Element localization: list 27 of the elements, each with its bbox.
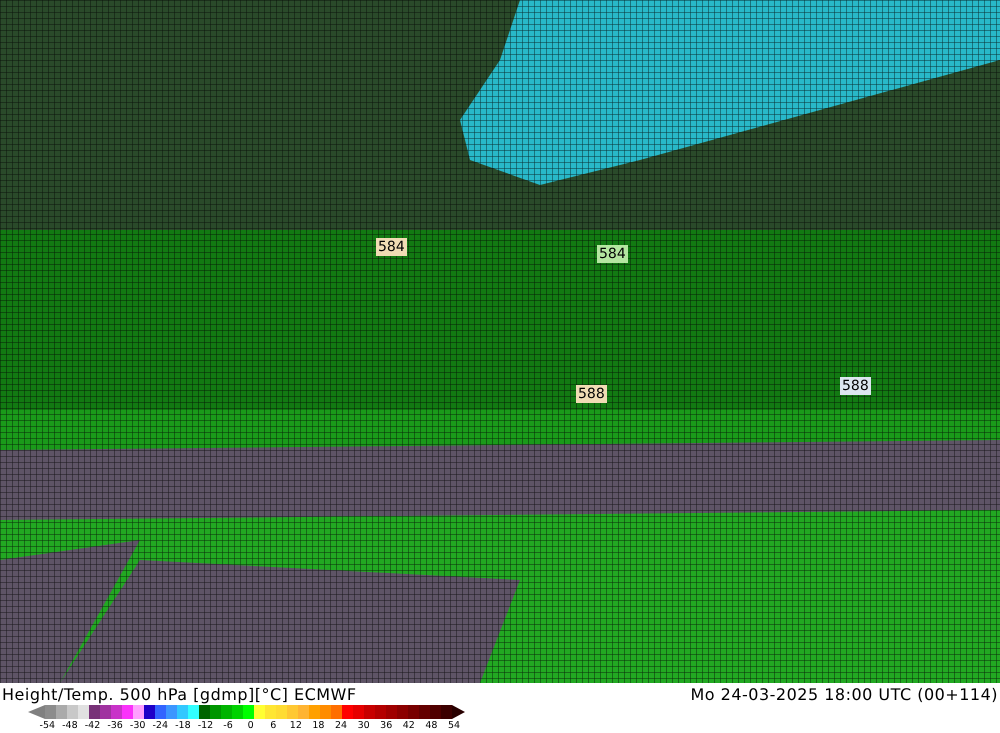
scale-label: 36 (379, 719, 394, 733)
scale-label: 0 (246, 719, 255, 733)
scale-label: 42 (402, 719, 416, 733)
scale-label: -12 (196, 719, 214, 733)
valid-time: Mo 24-03-2025 18:00 UTC (00+114) (690, 684, 998, 704)
scale-label: -30 (128, 719, 146, 733)
contour-label: 588 (840, 377, 871, 395)
scale-label: 6 (269, 719, 278, 733)
scale-label: 12 (288, 719, 303, 733)
scale-label: 24 (334, 719, 348, 733)
scale-label: -36 (106, 719, 124, 733)
contour-label: 584 (597, 245, 628, 263)
scale-label: 18 (311, 719, 326, 733)
chart-title: Height/Temp. 500 hPa [gdmp][°C] ECMWF (2, 684, 357, 704)
right-arrow-icon (452, 705, 465, 719)
contour-label: 588 (576, 385, 607, 403)
scale-label: -48 (61, 719, 79, 733)
scale-label: 48 (424, 719, 438, 733)
scale-label: -24 (152, 719, 170, 733)
scale-label: -6 (222, 719, 234, 733)
scale-label: 30 (356, 719, 371, 733)
left-arrow-icon (28, 705, 45, 719)
scale-label: -42 (84, 719, 102, 733)
scale-label: 54 (446, 719, 462, 733)
contour-label: 584 (376, 238, 407, 256)
scale-label: -18 (174, 719, 192, 733)
scale-label: -54 (38, 719, 56, 733)
